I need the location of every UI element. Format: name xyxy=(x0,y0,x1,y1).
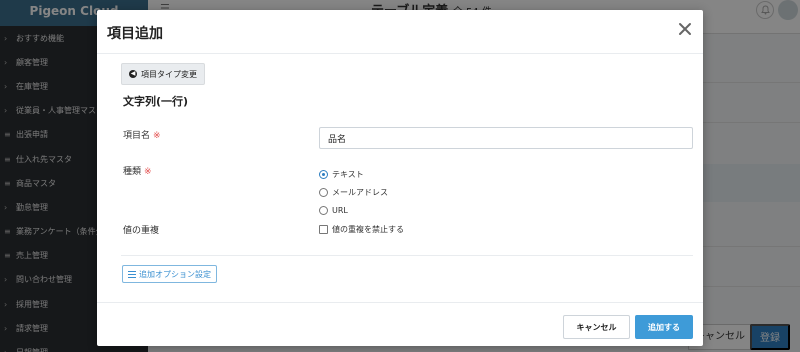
radio-url[interactable] xyxy=(319,206,328,215)
additional-options-button[interactable]: 追加オプション設定 xyxy=(122,265,217,283)
cancel-button[interactable]: キャンセル xyxy=(563,315,630,339)
kind-label-text: 種類 xyxy=(123,167,142,177)
divider xyxy=(121,255,693,256)
required-mark: ※ xyxy=(153,131,161,141)
prevent-duplicate-checkbox[interactable] xyxy=(319,225,328,234)
kind-label: 種類 ※ xyxy=(123,164,152,177)
list-icon xyxy=(128,270,136,278)
field-name-input[interactable] xyxy=(319,127,693,149)
additional-options-label: 追加オプション設定 xyxy=(139,269,211,279)
close-icon[interactable] xyxy=(677,21,693,37)
radio-email[interactable] xyxy=(319,188,328,197)
field-name-label-text: 項目名 xyxy=(123,131,151,141)
duplicate-label: 値の重複 xyxy=(123,226,160,236)
kind-radio-text-label: テキスト xyxy=(332,170,364,179)
kind-radio-email[interactable]: メールアドレス xyxy=(319,187,388,198)
add-field-modal: 項目追加 ◀ 項目タイプ変更 文字列(一行) 項目名※ 種類※ テキスト メール… xyxy=(97,10,703,346)
kind-radio-text[interactable]: テキスト xyxy=(319,169,364,180)
field-type-title: 文字列(一行) xyxy=(123,95,189,108)
required-mark: ※ xyxy=(144,167,152,177)
modal-header: 項目追加 xyxy=(97,10,703,54)
modal-footer: キャンセル 追加する xyxy=(97,302,703,346)
field-name-label: 項目名 ※ xyxy=(123,128,161,141)
change-field-type-button[interactable]: ◀ 項目タイプ変更 xyxy=(121,63,205,85)
kind-radio-url[interactable]: URL xyxy=(319,206,348,215)
change-field-type-label: 項目タイプ変更 xyxy=(141,69,197,79)
kind-radio-email-label: メールアドレス xyxy=(332,188,388,197)
prevent-duplicate-option[interactable]: 値の重複を禁止する xyxy=(319,224,404,235)
radio-text[interactable] xyxy=(319,170,328,179)
prevent-duplicate-label: 値の重複を禁止する xyxy=(332,225,404,234)
add-button[interactable]: 追加する xyxy=(635,315,693,339)
modal-title: 項目追加 xyxy=(107,26,163,42)
arrow-left-circle-icon: ◀ xyxy=(129,70,137,78)
kind-radio-url-label: URL xyxy=(332,206,348,215)
